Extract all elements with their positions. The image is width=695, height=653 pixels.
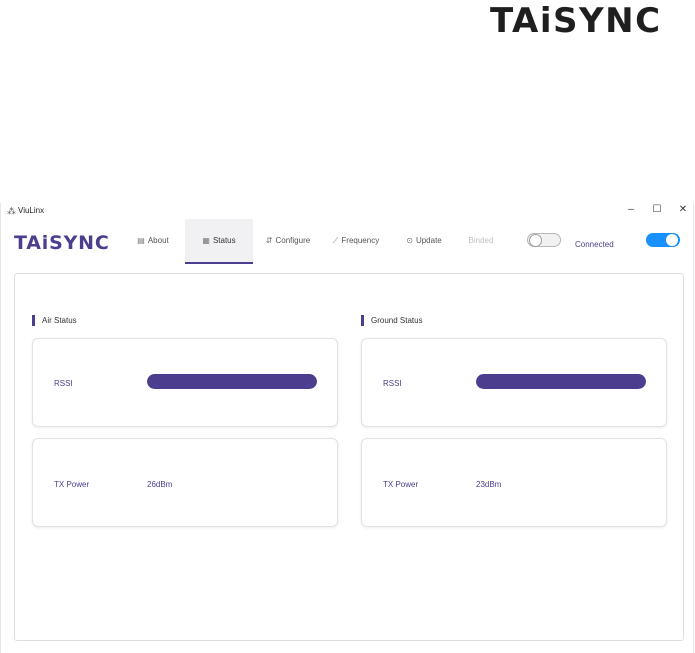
air-tx-power-card: TX Power 26dBm	[32, 438, 338, 527]
rssi-bar	[147, 374, 317, 389]
tab-configure[interactable]: ⇵ Configure	[257, 219, 319, 262]
window-title: ViuLinx	[18, 206, 45, 215]
sliders-icon: ⇵	[265, 236, 273, 245]
air-status-title: Air Status	[32, 315, 77, 326]
rssi-bar	[476, 374, 646, 389]
toggle-knob	[666, 234, 678, 246]
status-panel: Air Status Ground Status RSSI RSSI TX Po…	[14, 273, 684, 641]
connected-toggle[interactable]	[646, 233, 680, 247]
rssi-bar-fill	[476, 374, 646, 389]
tab-about[interactable]: ▤ About	[128, 219, 178, 262]
air-rssi-card: RSSI	[32, 338, 338, 427]
nav-bar: TAiSYNC ▤ About ▦ Status ⇵ Configure ⟋ F…	[1, 219, 693, 264]
app-window: ⁂ ViuLinx – ☐ ✕ TAiSYNC ▤ About ▦ Status…	[0, 203, 694, 653]
tab-binded[interactable]: Binded	[459, 219, 503, 262]
tab-status[interactable]: ▦ Status	[185, 219, 253, 264]
tab-update[interactable]: ⊙ Update	[397, 219, 451, 262]
maximize-button[interactable]: ☐	[650, 204, 664, 215]
brand-logo: TAiSYNC	[490, 1, 662, 41]
ground-tx-power-card: TX Power 23dBm	[361, 438, 667, 527]
tab-binded-label: Binded	[468, 236, 494, 245]
toggle-knob	[529, 234, 542, 247]
line-chart-icon: ⟋	[332, 235, 339, 245]
tab-status-label: Status	[212, 236, 236, 245]
tab-frequency-label: Frequency	[341, 236, 380, 245]
tab-update-label: Update	[415, 236, 442, 245]
tab-configure-label: Configure	[275, 236, 311, 245]
ground-rssi-card: RSSI	[361, 338, 667, 427]
app-logo: TAiSYNC	[14, 232, 110, 254]
close-button[interactable]: ✕	[676, 204, 690, 215]
connected-label: Connected	[575, 240, 614, 249]
rssi-label: RSSI	[383, 379, 402, 388]
app-icon: ⁂	[7, 206, 16, 216]
tab-about-label: About	[147, 236, 169, 245]
rssi-bar-fill	[147, 374, 317, 389]
title-bar: ⁂ ViuLinx – ☐ ✕	[1, 203, 693, 219]
tx-power-label: TX Power	[383, 480, 419, 489]
status-table-icon: ▦	[202, 236, 210, 245]
ground-status-title: Ground Status	[361, 315, 423, 326]
info-card-icon: ▤	[137, 236, 145, 245]
bind-toggle[interactable]	[527, 233, 561, 247]
tx-power-label: TX Power	[54, 480, 90, 489]
rssi-label: RSSI	[54, 379, 73, 388]
minimize-button[interactable]: –	[624, 204, 638, 215]
tab-frequency[interactable]: ⟋ Frequency	[325, 219, 387, 262]
tx-power-value: 23dBm	[476, 480, 502, 489]
update-icon: ⊙	[406, 236, 413, 245]
tx-power-value: 26dBm	[147, 480, 173, 489]
